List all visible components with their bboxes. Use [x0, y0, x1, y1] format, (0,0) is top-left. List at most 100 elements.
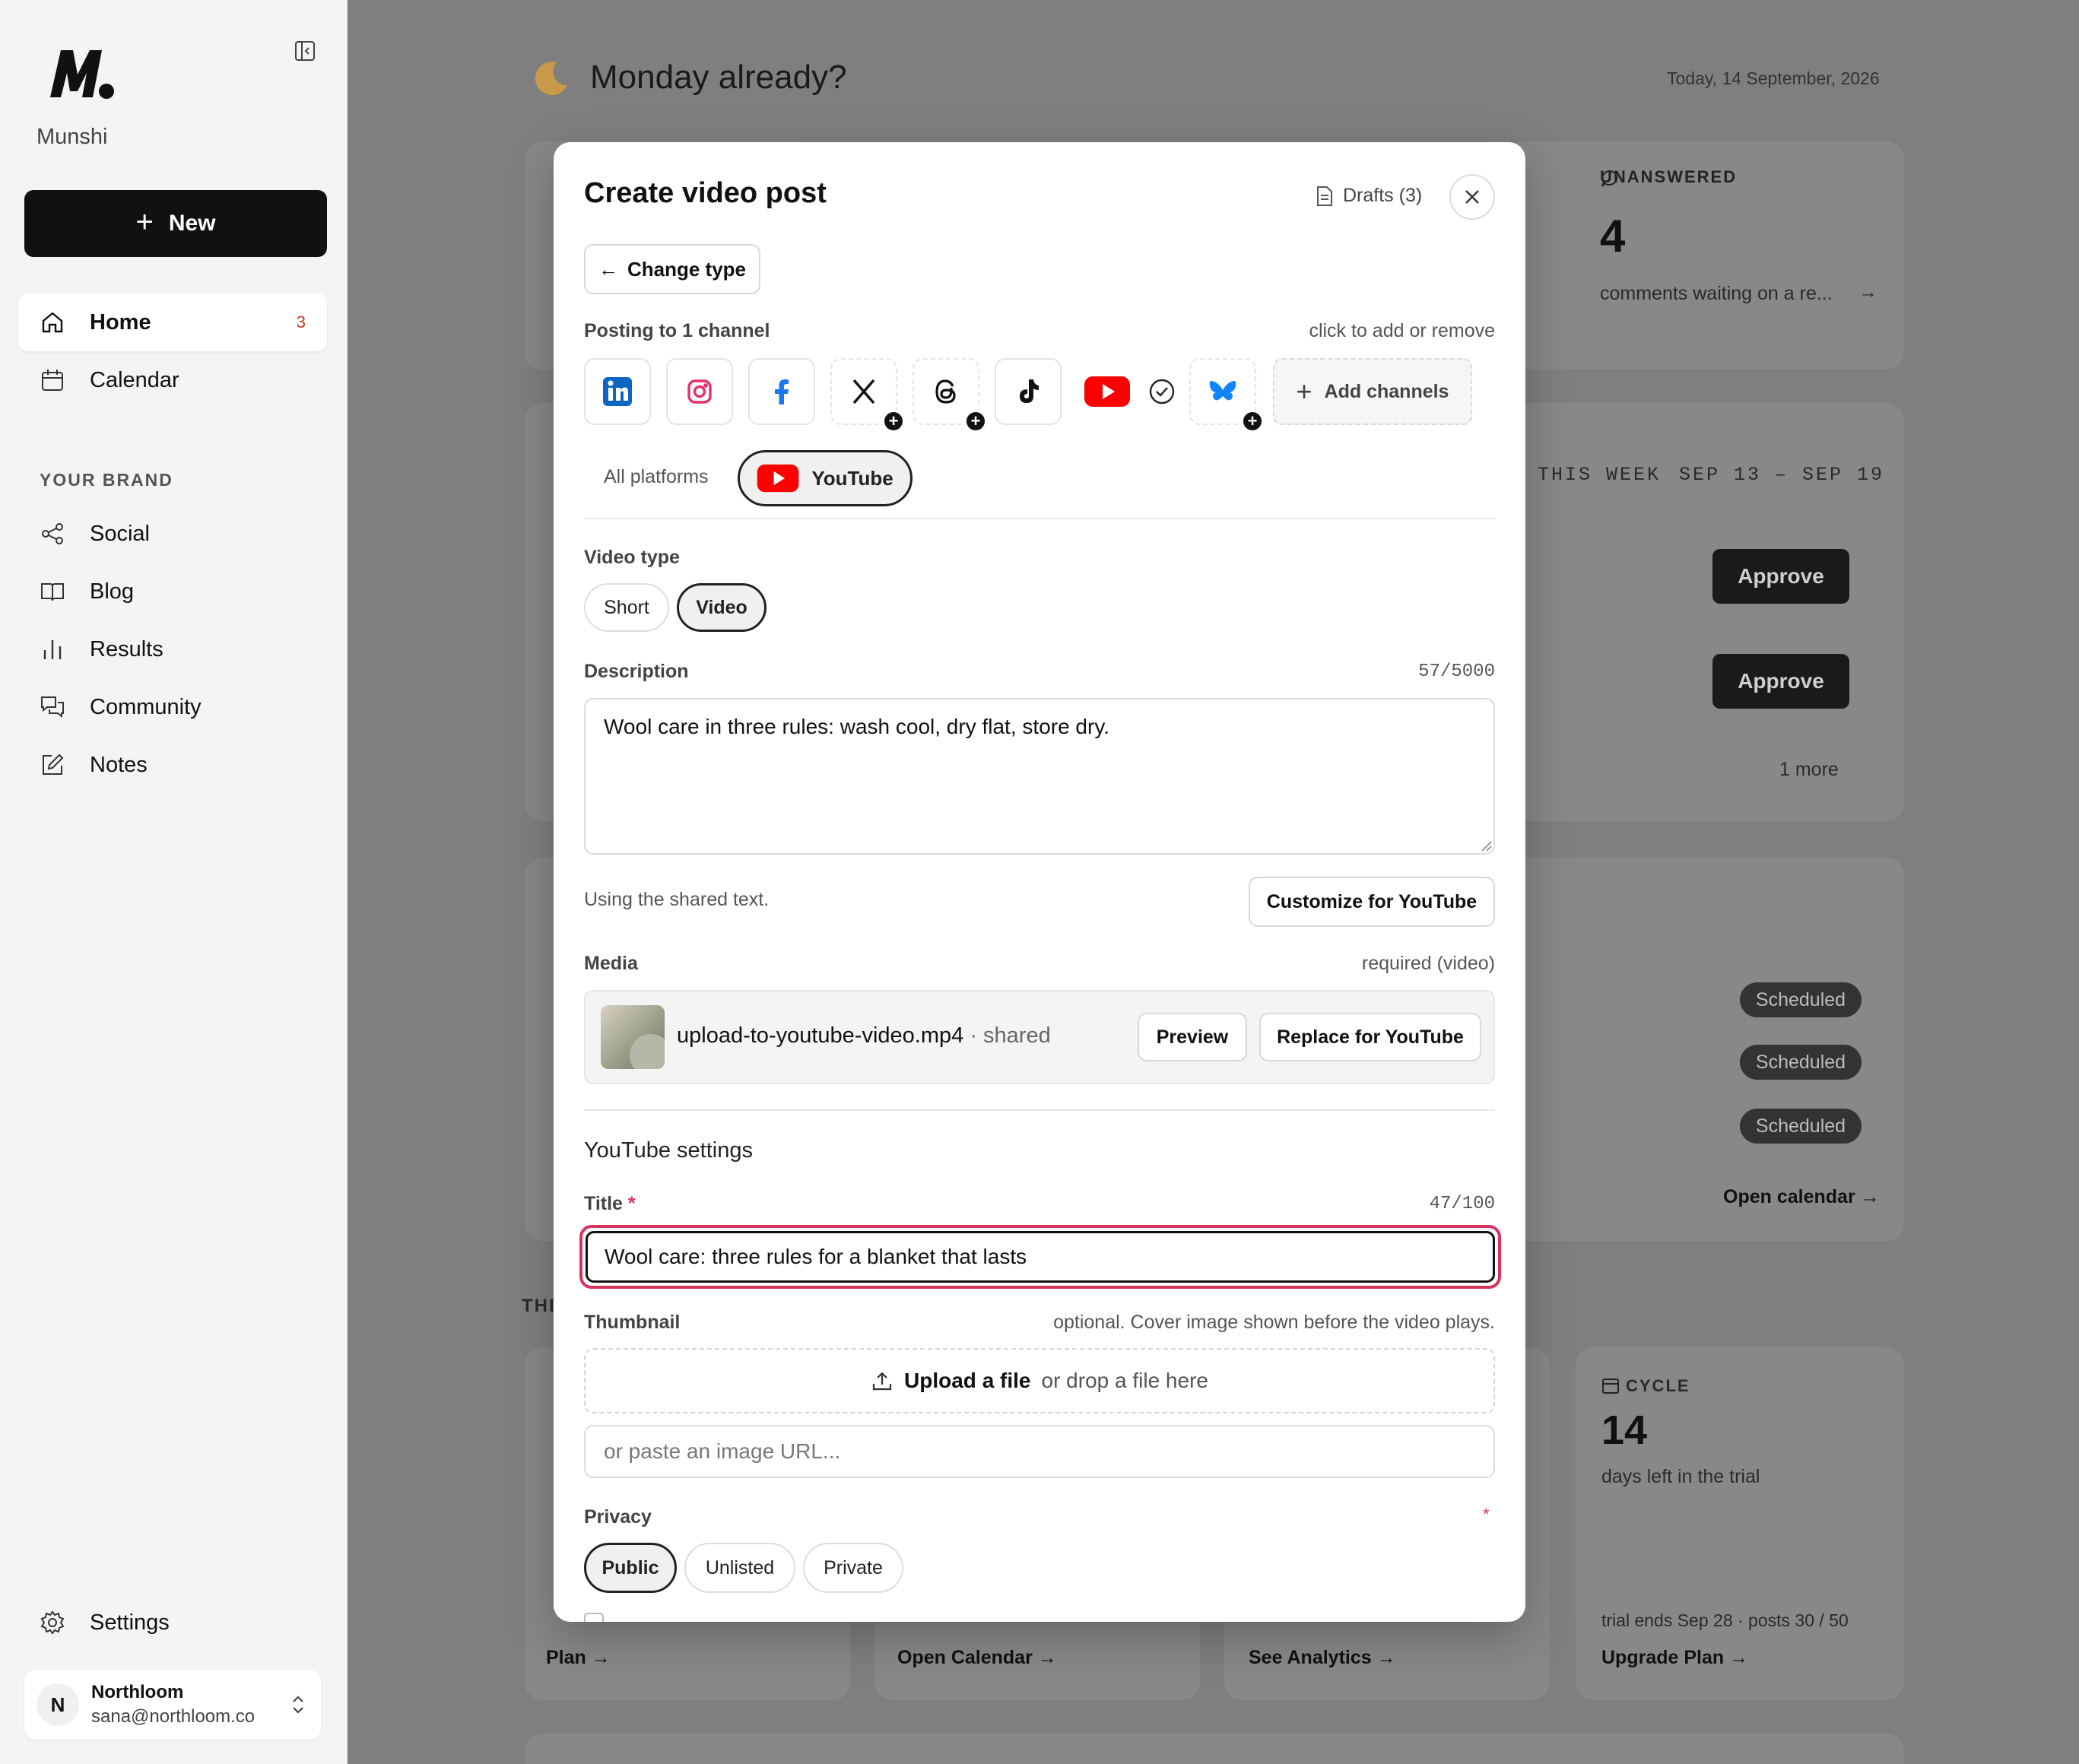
nav-social[interactable]: Social [18, 505, 327, 563]
arrow-right-icon[interactable]: → [1858, 281, 1877, 303]
more-link[interactable]: 1 more [1779, 759, 1839, 781]
video-thumbnail [601, 1005, 665, 1069]
thumbnail-dropzone[interactable]: Upload a file or drop a file here [584, 1348, 1495, 1413]
munshi-logo-icon[interactable] [47, 44, 116, 102]
channel-youtube[interactable] [1084, 375, 1130, 408]
posting-label: Posting to 1 channel [584, 320, 770, 341]
made-for-kids-checkbox[interactable] [584, 1613, 604, 1622]
thumbnail-url-input[interactable]: or paste an image URL... [584, 1425, 1495, 1478]
drafts-label: Drafts (3) [1343, 185, 1423, 206]
resize-handle-icon[interactable] [1480, 839, 1492, 852]
bar-chart-icon [43, 640, 62, 659]
change-type-button[interactable]: ← Change type [584, 244, 760, 294]
sidebar-collapse-icon[interactable] [294, 40, 316, 62]
privacy-unlisted[interactable]: Unlisted [684, 1543, 795, 1593]
file-shared-tag: · shared [970, 1023, 1051, 1048]
channel-bluesky[interactable]: + [1189, 358, 1264, 433]
open-calendar-link[interactable]: Open calendar → [1723, 1186, 1880, 1208]
customize-for-youtube-button[interactable]: Customize for YouTube [1249, 877, 1495, 927]
video-type-short[interactable]: Short [584, 583, 669, 632]
today-date: Today, 14 September, 2026 [1667, 68, 1880, 88]
greeting-text: Monday already? [590, 59, 847, 96]
upgrade-plan-link[interactable]: Upgrade Plan → [1601, 1647, 1748, 1669]
nav-home-label: Home [90, 309, 151, 335]
close-button[interactable] [1449, 174, 1495, 220]
account-email: sana@northloom.co [91, 1706, 256, 1727]
tab-youtube[interactable]: YouTube [738, 450, 913, 506]
account-switcher[interactable]: N Northloom sana@northloom.co [24, 1670, 321, 1740]
see-analytics-link[interactable]: See Analytics → [1249, 1647, 1396, 1669]
facebook-icon [775, 379, 789, 405]
plan-link[interactable]: Plan → [546, 1647, 611, 1669]
title-input-focus-ring: Wool care: three rules for a blanket tha… [579, 1225, 1501, 1289]
description-counter: 57/5000 [1418, 662, 1495, 682]
tab-all-platforms[interactable]: All platforms [604, 466, 709, 488]
shared-text-hint: Using the shared text. [584, 889, 770, 910]
channel-facebook[interactable] [748, 358, 815, 425]
video-type-video[interactable]: Video [677, 583, 767, 632]
channel-threads[interactable]: + [913, 358, 987, 433]
account-name: Northloom [91, 1682, 184, 1702]
document-icon [1317, 186, 1332, 206]
approve-button[interactable]: Approve [1712, 654, 1849, 709]
preview-button[interactable]: Preview [1138, 1013, 1247, 1061]
media-hint: required (video) [1361, 953, 1495, 974]
privacy-private[interactable]: Private [803, 1543, 903, 1593]
posting-hint: click to add or remove [1309, 320, 1495, 341]
x-icon [852, 379, 875, 405]
nav-home[interactable]: Home 3 [18, 293, 327, 351]
this-week-range: SEP 13 – SEP 19 [1679, 464, 1885, 486]
channel-x[interactable]: + [830, 358, 905, 433]
nav-social-label: Social [90, 521, 150, 546]
required-mark: * [1483, 1505, 1490, 1524]
nav-results[interactable]: Results [18, 620, 327, 678]
title-input[interactable]: Wool care: three rules for a blanket tha… [586, 1231, 1495, 1283]
add-channels-label: Add channels [1324, 380, 1449, 402]
change-type-label: Change type [627, 257, 747, 281]
open-calendar-link[interactable]: Open Calendar → [897, 1647, 1057, 1669]
status-badge: Scheduled [1740, 1045, 1862, 1080]
privacy-label: Privacy [584, 1506, 652, 1528]
privacy-public[interactable]: Public [584, 1543, 677, 1593]
nav-results-label: Results [90, 636, 163, 662]
thumbnail-label: Thumbnail [584, 1312, 681, 1333]
cycle-count: 14 [1601, 1407, 1648, 1453]
avatar: N [37, 1683, 79, 1726]
home-icon [42, 312, 63, 333]
unanswered-text: comments waiting on a re... [1600, 283, 1833, 304]
replace-for-youtube-button[interactable]: Replace for YouTube [1259, 1013, 1481, 1061]
title-label-text: Title [584, 1193, 623, 1214]
nav-notes[interactable]: Notes [18, 736, 327, 794]
tiktok-icon [1020, 379, 1039, 403]
home-count-badge: 3 [296, 313, 306, 332]
channel-linkedin[interactable] [584, 358, 651, 425]
your-brand-section-label: YOUR BRAND [40, 470, 173, 490]
nav-settings[interactable]: Settings [18, 1594, 327, 1651]
upload-file-label[interactable]: Upload a file [904, 1369, 1030, 1393]
nav-community[interactable]: Community [18, 678, 327, 736]
unanswered-label: UNANSWERED [1600, 167, 1738, 186]
thumbnail-hint: optional. Cover image shown before the v… [1053, 1312, 1495, 1333]
approve-button[interactable]: Approve [1712, 549, 1849, 604]
new-button[interactable]: + New [24, 190, 327, 257]
channel-tiktok[interactable] [995, 358, 1062, 425]
nav-blog[interactable]: Blog [18, 563, 327, 620]
description-textarea[interactable]: Wool care in three rules: wash cool, dry… [584, 698, 1495, 855]
channel-instagram[interactable] [666, 358, 733, 425]
brand-name: Munshi [37, 125, 108, 149]
divider [584, 1109, 1495, 1111]
description-label: Description [584, 661, 689, 682]
tab-youtube-label: YouTube [811, 466, 893, 490]
video-type-label: Video type [584, 547, 680, 568]
nav-blog-label: Blog [90, 579, 135, 604]
create-video-post-modal: Create video post Drafts (3) ← Change ty… [554, 142, 1525, 1622]
close-icon [1465, 190, 1479, 204]
cycle-label: CYCLE [1626, 1376, 1690, 1395]
nav-calendar-label: Calendar [90, 367, 179, 392]
divider [584, 518, 1495, 519]
drafts-button[interactable]: Drafts (3) [1316, 185, 1422, 207]
add-channels-button[interactable]: + Add channels [1273, 358, 1472, 425]
moon-icon [535, 62, 567, 96]
nav-calendar[interactable]: Calendar [18, 351, 327, 409]
gear-icon [40, 1610, 65, 1635]
